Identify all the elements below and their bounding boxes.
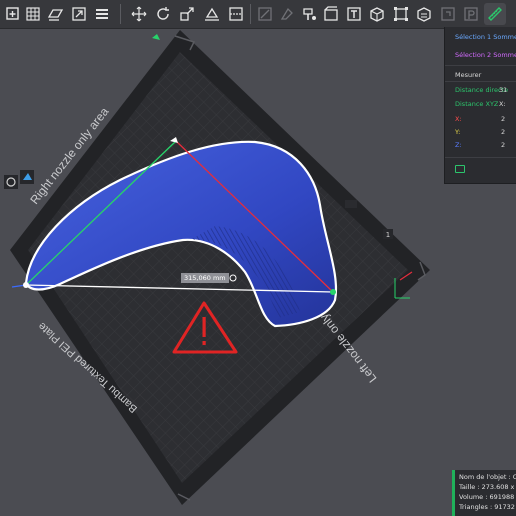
assembly-icon[interactable] — [366, 3, 388, 25]
z-label: Z: — [455, 141, 462, 149]
orient-icon[interactable] — [68, 3, 90, 25]
seam-paint-icon[interactable] — [276, 3, 298, 25]
copy-to-clipboard-icon[interactable] — [455, 165, 465, 173]
3d-viewport[interactable]: Right nozzle only area Left nozzle only … — [0, 29, 516, 516]
measure-panel: Sélection 1 Somme Sélection 2 Somme Mesu… — [444, 27, 516, 184]
object-name: Nom de l'objet : Co — [459, 473, 516, 481]
fuzzy-skin-icon[interactable] — [320, 3, 342, 25]
x-value: 2 — [501, 115, 506, 123]
scale-icon[interactable] — [176, 3, 198, 25]
rotate-icon[interactable] — [152, 3, 174, 25]
split-icon[interactable] — [437, 3, 459, 25]
lay-flat-icon[interactable] — [201, 3, 223, 25]
grid-arrange-icon[interactable] — [22, 3, 44, 25]
move-icon[interactable] — [128, 3, 150, 25]
measure-distance-label: 315,060 mm — [181, 273, 229, 283]
top-toolbar — [0, 0, 516, 29]
measure-point-1 — [23, 282, 29, 288]
mesh-boolean-icon[interactable] — [413, 3, 435, 25]
plate-tools — [4, 170, 34, 189]
plate-number[interactable]: 1 — [383, 229, 393, 239]
y-value: 2 — [501, 128, 506, 136]
x-label: X: — [455, 115, 462, 123]
support-paint-icon[interactable] — [254, 3, 276, 25]
object-size: Taille : 273.608 x 2 — [459, 483, 516, 491]
measure-title: Mesurer — [455, 71, 482, 79]
plate-settings-icon[interactable] — [4, 175, 18, 189]
plate-icon[interactable] — [44, 3, 66, 25]
z-value: 2 — [501, 141, 506, 149]
measure-icon[interactable] — [484, 3, 506, 25]
plate-lock-icon[interactable] — [345, 200, 357, 208]
y-label: Y: — [455, 128, 461, 136]
xyz-distance-value: X: — [499, 100, 506, 108]
cut-icon[interactable] — [225, 3, 247, 25]
object-volume: Volume : 691988 m — [459, 493, 516, 501]
selection-2-row[interactable]: Sélection 2 Somme — [455, 51, 516, 59]
emboss-icon[interactable] — [460, 3, 482, 25]
xyz-distance-label: Distance XYZ — [455, 100, 499, 108]
measure-point-2 — [330, 289, 336, 295]
direct-distance-value: 31 — [499, 86, 508, 94]
object-triangles: Triangles : 91732 — [459, 503, 515, 511]
layers-icon[interactable] — [91, 3, 113, 25]
color-paint-icon[interactable] — [298, 3, 320, 25]
selection-1-row[interactable]: Sélection 1 Somme — [455, 33, 516, 41]
object-info-panel: Nom de l'objet : Co Taille : 273.608 x 2… — [452, 470, 516, 516]
bounding-box-icon[interactable] — [390, 3, 412, 25]
add-part-icon[interactable] — [2, 3, 24, 25]
text-icon[interactable] — [343, 3, 365, 25]
svg-text:1: 1 — [386, 231, 390, 239]
